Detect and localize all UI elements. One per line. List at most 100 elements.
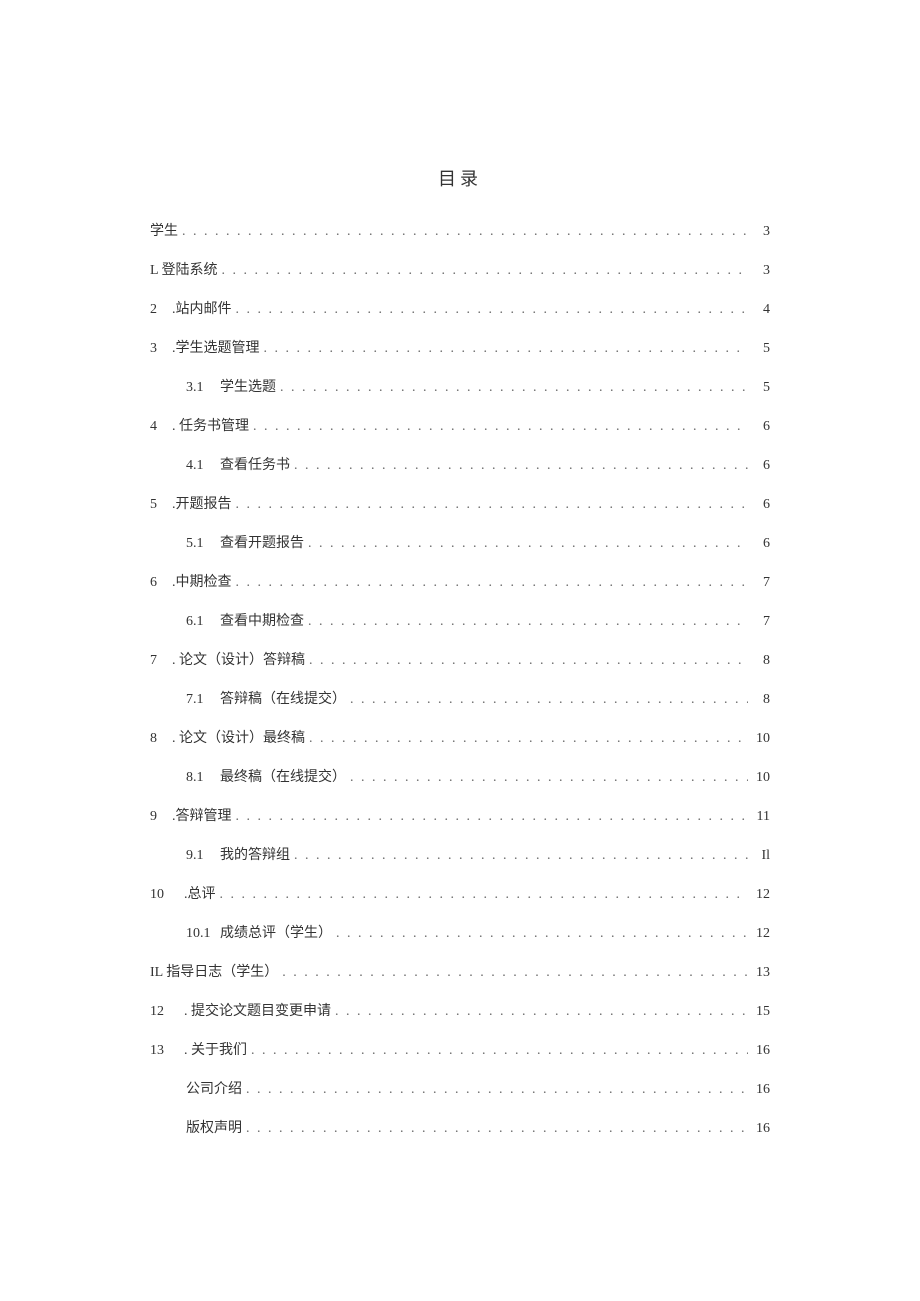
toc-leader-dots	[308, 611, 748, 625]
toc-entry-label: . 论文（设计）最终稿	[172, 728, 305, 749]
toc-leader-dots	[222, 260, 748, 274]
toc-leader-dots	[182, 221, 748, 235]
toc-entry: 5.开题报告 6	[150, 494, 770, 515]
toc-entry-number: 5	[150, 494, 172, 515]
toc-entry: 4. 任务书管理 6	[150, 416, 770, 437]
toc-entry: 2.站内邮件 4	[150, 299, 770, 320]
toc-leader-dots	[282, 962, 748, 976]
toc-entry-page: 16	[752, 1079, 770, 1100]
toc-entry-number: 5.1	[186, 533, 220, 554]
toc-entry-label: IL 指导日志（学生）	[150, 962, 278, 983]
toc-entry-label: .总评	[184, 884, 216, 905]
toc-entry-label: . 论文（设计）答辩稿	[172, 650, 305, 671]
toc-leader-dots	[236, 572, 749, 586]
toc-entry-number: 13	[150, 1040, 184, 1061]
toc-entry: 8.1最终稿（在线提交）10	[186, 767, 770, 788]
toc-entry: L 登陆系统3	[150, 260, 770, 281]
toc-leader-dots	[246, 1079, 748, 1093]
toc-entry: 6.1查看中期检查 7	[186, 611, 770, 632]
toc-entry-number: 4.1	[186, 455, 220, 476]
toc-entry-label: .答辩管理	[172, 806, 232, 827]
toc-entry-page: 4	[752, 299, 770, 320]
toc-entry: 12. 提交论文题目变更申请 15	[150, 1001, 770, 1022]
toc-entry-label: .开题报告	[172, 494, 232, 515]
toc-entry-label: .中期检查	[172, 572, 232, 593]
toc-leader-dots	[251, 1040, 748, 1054]
toc-entry-label: 答辩稿（在线提交）	[220, 689, 346, 710]
toc-entry-number: 4	[150, 416, 172, 437]
toc-container: 学生3L 登陆系统32.站内邮件43.学生选题管理53.1学生选题54. 任务书…	[150, 221, 770, 1139]
toc-entry-page: 16	[752, 1118, 770, 1139]
toc-entry-page: 11	[752, 806, 770, 827]
toc-entry-label: .学生选题管理	[172, 338, 260, 359]
toc-entry-page: 6	[752, 455, 770, 476]
toc-entry: 版权声明 16	[186, 1118, 770, 1139]
toc-entry: 3.1学生选题 5	[186, 377, 770, 398]
toc-leader-dots	[264, 338, 749, 352]
toc-leader-dots	[246, 1118, 748, 1132]
toc-entry-label: 版权声明	[186, 1118, 242, 1139]
toc-entry-label: 学生选题	[220, 377, 276, 398]
toc-entry-page: 13	[752, 962, 770, 983]
toc-entry-number: 7.1	[186, 689, 220, 710]
toc-entry: 10.1成绩总评（学生） 12	[186, 923, 770, 944]
toc-leader-dots	[236, 806, 749, 820]
toc-leader-dots	[350, 767, 748, 781]
toc-entry-number: 6.1	[186, 611, 220, 632]
toc-leader-dots	[336, 923, 748, 937]
toc-entry-label: 学生	[150, 221, 178, 242]
toc-entry-page: 3	[752, 221, 770, 242]
toc-leader-dots	[294, 845, 748, 859]
toc-entry-page: 6	[752, 494, 770, 515]
toc-entry-label: . 任务书管理	[172, 416, 249, 437]
toc-entry-page: 15	[752, 1001, 770, 1022]
toc-entry: 8. 论文（设计）最终稿 10	[150, 728, 770, 749]
toc-leader-dots	[280, 377, 748, 391]
toc-leader-dots	[220, 884, 749, 898]
toc-entry: 学生 3	[150, 221, 770, 242]
toc-entry: 10.总评12	[150, 884, 770, 905]
toc-entry-number: 3.1	[186, 377, 220, 398]
toc-entry-page: 8	[752, 689, 770, 710]
toc-entry-page: 10	[752, 728, 770, 749]
toc-entry-page: 6	[752, 533, 770, 554]
toc-entry-number: 9	[150, 806, 172, 827]
toc-entry: 13. 关于我们16	[150, 1040, 770, 1061]
toc-entry-label: . 关于我们	[184, 1040, 247, 1061]
toc-leader-dots	[308, 533, 748, 547]
toc-entry: 5.1查看开题报告6	[186, 533, 770, 554]
toc-entry-label: .站内邮件	[172, 299, 232, 320]
toc-entry: 公司介绍 16	[186, 1079, 770, 1100]
toc-entry-page: 6	[752, 416, 770, 437]
toc-entry-number: 3	[150, 338, 172, 359]
toc-entry-page: 7	[752, 611, 770, 632]
toc-entry-number: 12	[150, 1001, 184, 1022]
toc-entry-page: Il	[752, 845, 770, 866]
toc-entry-number: 7	[150, 650, 172, 671]
toc-entry-page: 12	[752, 923, 770, 944]
toc-leader-dots	[236, 299, 749, 313]
toc-entry-label: 公司介绍	[186, 1079, 242, 1100]
toc-entry-label: 查看中期检查	[220, 611, 304, 632]
toc-entry-page: 3	[752, 260, 770, 281]
toc-entry-label: 我的答辩组	[220, 845, 290, 866]
toc-entry: 7. 论文（设计）答辩稿 8	[150, 650, 770, 671]
toc-entry: IL 指导日志（学生） 13	[150, 962, 770, 983]
toc-leader-dots	[253, 416, 748, 430]
toc-entry-number: 6	[150, 572, 172, 593]
toc-entry-number: 2	[150, 299, 172, 320]
toc-title: 目录	[150, 165, 770, 191]
toc-entry-number: 8	[150, 728, 172, 749]
toc-entry-number: 10.1	[186, 923, 220, 944]
toc-entry-label: . 提交论文题目变更申请	[184, 1001, 331, 1022]
toc-entry: 9.1我的答辩组Il	[186, 845, 770, 866]
toc-entry: 7.1答辩稿（在线提交） 8	[186, 689, 770, 710]
toc-entry-label: 成绩总评（学生）	[220, 923, 332, 944]
toc-entry-page: 8	[752, 650, 770, 671]
toc-entry-page: 5	[752, 377, 770, 398]
toc-leader-dots	[309, 728, 748, 742]
toc-entry-number: 8.1	[186, 767, 220, 788]
toc-entry: 6.中期检查7	[150, 572, 770, 593]
toc-entry-label: 查看任务书	[220, 455, 290, 476]
toc-entry: 3.学生选题管理5	[150, 338, 770, 359]
